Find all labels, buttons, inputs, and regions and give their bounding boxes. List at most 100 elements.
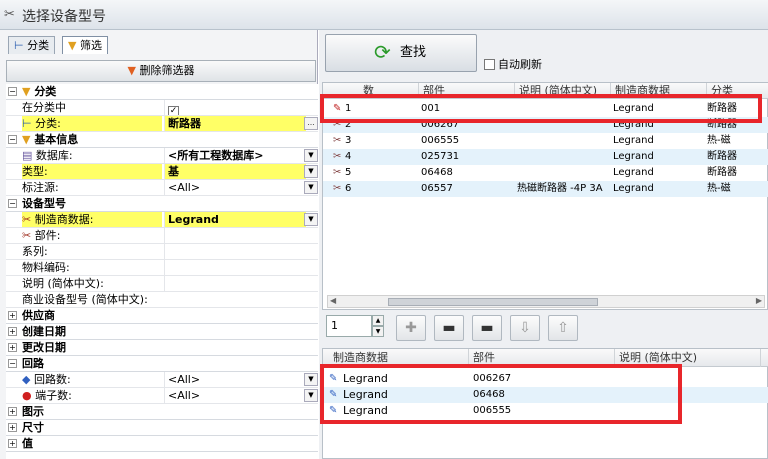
expand-icon[interactable]: + — [8, 407, 17, 416]
page-number-input[interactable]: 1 — [326, 315, 372, 337]
scroll-left-icon[interactable]: ◀ — [330, 296, 336, 305]
table-row[interactable]: ✂ 6 06557 热磁断路器 -4P 3A Legrand 热-磁 — [323, 181, 768, 197]
series-value[interactable] — [164, 244, 306, 259]
prop-series[interactable]: 系列: — [6, 244, 318, 260]
column-header[interactable]: 制造商数据 — [611, 83, 707, 98]
row-part: 06557 — [421, 183, 453, 194]
table-row[interactable]: ✂ 3 006555 Legrand 热-磁 — [323, 133, 768, 149]
column-header[interactable]: 分类 — [707, 83, 768, 98]
mark-source-value: <All> — [164, 180, 306, 195]
move-down-button[interactable]: ⇩ — [510, 315, 540, 341]
table-row[interactable]: ✂ 2 006267 Legrand 断路器 — [323, 117, 768, 133]
chevron-down-icon[interactable]: ▼ — [304, 149, 318, 162]
description-value[interactable] — [164, 276, 306, 291]
table-row[interactable]: ✂ 5 06468 Legrand 断路器 — [323, 165, 768, 181]
edit-icon: ✎ — [329, 405, 338, 416]
chevron-down-icon[interactable]: ▼ — [304, 389, 318, 402]
collapse-icon[interactable]: − — [8, 135, 17, 144]
prop-classify[interactable]: ⊢ 分类: 断路器 … — [6, 116, 318, 132]
arrow-down-icon: ⇩ — [519, 320, 531, 336]
horizontal-scrollbar[interactable]: ◀ ▶ — [327, 295, 765, 308]
expand-icon[interactable]: + — [8, 311, 17, 320]
item-manufacturer: Legrand — [343, 404, 388, 417]
checkbox-box[interactable] — [484, 59, 495, 70]
column-header[interactable]: 部件 — [469, 349, 615, 367]
prop-label: 制造商数据: — [34, 213, 94, 226]
scroll-right-icon[interactable]: ▶ — [756, 296, 762, 305]
edit-icon: ✎ — [329, 373, 338, 384]
column-header[interactable]: 说明 (简体中文) — [515, 83, 611, 98]
tab-classify-label: 分类 — [27, 39, 50, 52]
scrollbar-thumb[interactable] — [388, 298, 598, 306]
list-item[interactable]: ✎ Legrand 006555 — [323, 403, 768, 419]
add-row-button[interactable]: ✚ — [396, 315, 426, 341]
material-value[interactable] — [164, 260, 306, 275]
prop-type[interactable]: 类型: 基 ▼ — [6, 164, 318, 180]
column-header[interactable]: 数 — [323, 83, 419, 98]
category-symbol[interactable]: + 图示 — [6, 404, 318, 420]
prop-label: 回路数: — [33, 373, 71, 386]
item-part: 006555 — [473, 405, 512, 416]
category-label: 创建日期 — [22, 325, 66, 338]
category-classify[interactable]: − ▼ 分类 — [6, 84, 318, 100]
category-basic[interactable]: − ▼ 基本信息 — [6, 132, 318, 148]
manufacturer-value: Legrand — [164, 212, 306, 227]
collapse-icon[interactable]: − — [8, 359, 17, 368]
delete-filter-button[interactable]: ▼ 删除筛选器 — [6, 60, 316, 82]
category-created[interactable]: + 创建日期 — [6, 324, 318, 340]
spin-down-icon[interactable]: ▼ — [372, 326, 384, 337]
list-item[interactable]: ✎ Legrand 06468 — [323, 387, 768, 403]
collapse-icon[interactable]: − — [8, 87, 17, 96]
column-header[interactable]: 制造商数据 — [323, 349, 469, 367]
prop-part[interactable]: ✂ 部件: — [6, 228, 318, 244]
list-item[interactable]: ✎ Legrand 006267 — [323, 371, 768, 387]
remove-row-button[interactable]: ▬ — [472, 315, 502, 341]
funnel-icon: ▼ — [22, 85, 31, 98]
prop-description[interactable]: 说明 (简体中文): — [6, 276, 318, 292]
ellipsis-button[interactable]: … — [304, 117, 318, 130]
auto-refresh-checkbox[interactable]: 自动刷新 — [484, 56, 542, 72]
table-row[interactable]: ✎ 1 001 Legrand 断路器 — [323, 101, 768, 117]
chevron-down-icon[interactable]: ▼ — [304, 165, 318, 178]
tab-classify[interactable]: ⊢ 分类 — [8, 36, 56, 54]
prop-manufacturer[interactable]: ✂ 制造商数据: Legrand ▼ — [6, 212, 318, 228]
edit-icon: ✎ — [329, 389, 338, 400]
find-button[interactable]: 查找 — [325, 34, 477, 72]
expand-icon[interactable]: + — [8, 343, 17, 352]
equal-button[interactable]: ▬ — [434, 315, 464, 341]
prop-circuits[interactable]: ◆ 回路数: <All> ▼ — [6, 372, 318, 388]
in-class-checkbox[interactable]: ✓ — [168, 106, 179, 115]
category-model[interactable]: − 设备型号 — [6, 196, 318, 212]
tab-filter[interactable]: ▼ 筛选 — [62, 36, 108, 54]
column-header[interactable]: 说明 (简体中文) — [615, 349, 761, 367]
row-class: 断路器 — [707, 103, 737, 114]
collapse-icon[interactable]: − — [8, 199, 17, 208]
category-supplier[interactable]: + 供应商 — [6, 308, 318, 324]
category-modified[interactable]: + 更改日期 — [6, 340, 318, 356]
table-row[interactable]: ✂ 4 025731 Legrand 断路器 — [323, 149, 768, 165]
row-manufacturer: Legrand — [613, 167, 654, 178]
move-up-button[interactable]: ⇧ — [548, 315, 578, 341]
part-value[interactable] — [164, 228, 306, 243]
column-header[interactable]: 部件 — [419, 83, 515, 98]
chevron-down-icon[interactable]: ▼ — [304, 373, 318, 386]
funnel-delete-icon: ▼ — [127, 64, 136, 77]
prop-mark-source[interactable]: 标注源: <All> ▼ — [6, 180, 318, 196]
prop-commercial-model[interactable]: 商业设备型号 (简体中文): — [6, 292, 318, 308]
prop-in-class[interactable]: 在分类中 ✓ — [6, 100, 318, 116]
prop-material[interactable]: 物料编码: — [6, 260, 318, 276]
prop-database[interactable]: ▤ 数据库: <所有工程数据库> ▼ — [6, 148, 318, 164]
expand-icon[interactable]: + — [8, 439, 17, 448]
prop-label: 物料编码: — [22, 261, 70, 274]
category-size[interactable]: + 尺寸 — [6, 420, 318, 436]
expand-icon[interactable]: + — [8, 423, 17, 432]
prop-terminals[interactable]: ● 端子数: <All> ▼ — [6, 388, 318, 404]
category-circuit[interactable]: − 回路 — [6, 356, 318, 372]
chevron-down-icon[interactable]: ▼ — [304, 181, 318, 194]
spin-up-icon[interactable]: ▲ — [372, 315, 384, 326]
category-value[interactable]: + 值 — [6, 436, 318, 452]
expand-icon[interactable]: + — [8, 327, 17, 336]
category-label: 图示 — [22, 405, 44, 418]
chevron-down-icon[interactable]: ▼ — [304, 213, 318, 226]
tools-icon: ✂ — [22, 229, 32, 242]
